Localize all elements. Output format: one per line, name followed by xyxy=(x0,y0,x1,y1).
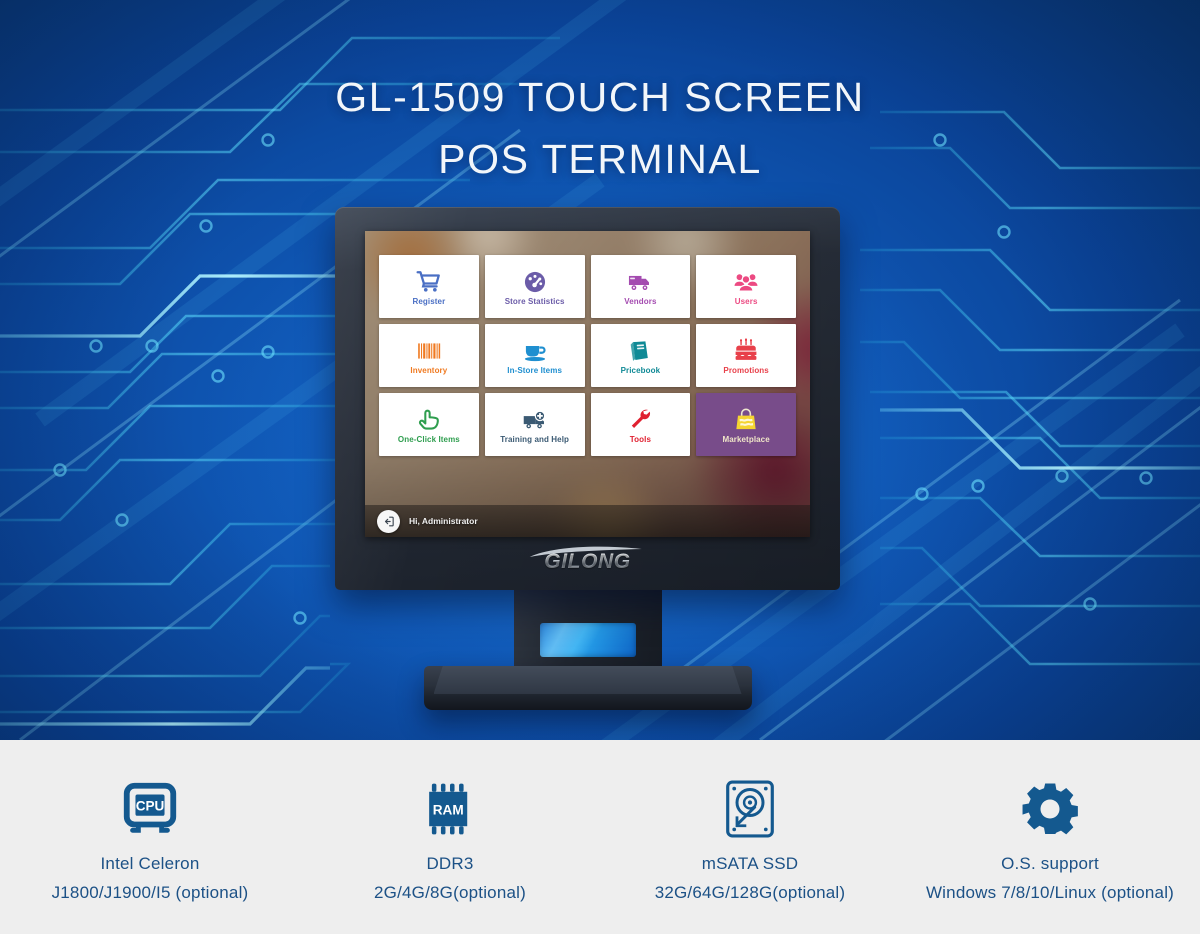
spec-value: J1800/J1900/I5 (optional) xyxy=(51,883,249,902)
svg-text:RAM: RAM xyxy=(433,802,464,817)
ssd-icon xyxy=(724,778,776,840)
pos-tile-pricebook[interactable]: Pricebook xyxy=(590,324,691,387)
barcode-icon xyxy=(416,337,442,364)
speedometer-icon xyxy=(522,268,548,295)
cpu-icon: CPU xyxy=(119,778,181,840)
pos-terminal-device: Register Store Statistics Vendors Users Inve… xyxy=(335,207,840,727)
pos-tile-vendors[interactable]: Vendors xyxy=(590,255,691,318)
svg-text:CPU: CPU xyxy=(136,798,165,813)
pos-tile-label: Tools xyxy=(629,435,651,445)
pos-tile-label: In-Store Items xyxy=(507,366,562,376)
pos-tile-label: Register xyxy=(412,297,446,307)
pos-tile-label: Store Statistics xyxy=(504,297,565,307)
pos-tile-label: Vendors xyxy=(624,297,657,307)
pos-tile-tools[interactable]: Tools xyxy=(590,393,691,456)
spec-item-ssd: mSATA SSD 32G/64G/128G(optional) xyxy=(600,740,900,934)
pos-tile-in-store-items[interactable]: In-Store Items xyxy=(484,324,585,387)
users-group-icon xyxy=(733,268,759,295)
pos-tile-inventory[interactable]: Inventory xyxy=(379,324,479,387)
birthday-cake-icon xyxy=(733,337,759,364)
pos-screen[interactable]: Register Store Statistics Vendors Users Inve… xyxy=(365,231,810,537)
pos-tile-promotions[interactable]: Promotions xyxy=(696,324,796,387)
monitor-bezel: Register Store Statistics Vendors Users Inve… xyxy=(335,207,840,590)
pos-tile-label: Promotions xyxy=(723,366,769,376)
ambulance-icon xyxy=(522,406,548,433)
pos-tile-label: Marketplace xyxy=(722,435,770,445)
shopping-cart-icon xyxy=(416,268,442,295)
spec-value: 2G/4G/8G(optional) xyxy=(374,883,526,902)
status-greeting: Hi, Administrator xyxy=(409,516,478,526)
monitor-stand-neck xyxy=(513,585,662,675)
ram-icon: RAM xyxy=(421,778,479,840)
shopping-bag-icon xyxy=(733,406,759,433)
pos-tile-label: Users xyxy=(734,297,758,307)
spec-band: CPU Intel Celeron J1800/J1900/I5 (optional… xyxy=(0,740,1200,934)
pos-tile-label: Pricebook xyxy=(620,366,661,376)
brand-strip: GILONG xyxy=(365,542,810,582)
pos-status-bar: Hi, Administrator xyxy=(365,505,810,537)
monitor-stand-base xyxy=(423,666,752,710)
wrench-icon xyxy=(627,406,653,433)
spec-item-cpu: CPU Intel Celeron J1800/J1900/I5 (optional… xyxy=(0,740,300,934)
spec-value: Windows 7/8/10/Linux (optional) xyxy=(925,883,1175,902)
pos-tile-marketplace[interactable]: Marketplace xyxy=(696,393,796,456)
delivery-truck-icon xyxy=(627,268,653,295)
pos-tile-register[interactable]: Register xyxy=(379,255,479,318)
stand-cable-cutout xyxy=(539,623,636,657)
pos-tile-label: One-Click Items xyxy=(397,435,460,445)
gear-icon xyxy=(1021,778,1079,840)
pointing-hand-icon xyxy=(416,406,442,433)
title-line-1: GL-1509 TOUCH SCREEN xyxy=(335,74,865,120)
pos-tile-label: Training and Help xyxy=(500,435,570,445)
spec-title: Intel Celeron xyxy=(100,854,200,873)
pos-tile-one-click-items[interactable]: One-Click Items xyxy=(379,393,479,456)
pos-tile-users[interactable]: Users xyxy=(696,255,796,318)
monitor-stand-base-top xyxy=(433,666,742,694)
title-line-2: POS TERMINAL xyxy=(438,136,762,183)
brand-swoosh-icon xyxy=(529,546,642,557)
spec-item-ram: RAM DDR3 2G/4G/8G(optional) xyxy=(300,740,600,934)
spec-value: 32G/64G/128G(optional) xyxy=(654,883,846,902)
spec-title: O.S. support xyxy=(1001,854,1099,873)
spec-title: mSATA SSD xyxy=(701,854,799,873)
coffee-cup-icon xyxy=(522,337,548,364)
pos-tile-store-statistics[interactable]: Store Statistics xyxy=(484,255,585,318)
spec-title: DDR3 xyxy=(426,854,474,873)
pos-app-grid: Register Store Statistics Vendors Users Inve… xyxy=(379,255,796,456)
book-icon xyxy=(627,337,653,364)
logout-arrow-icon[interactable] xyxy=(377,509,400,533)
spec-item-gear: O.S. support Windows 7/8/10/Linux (option… xyxy=(900,740,1200,934)
hero-banner: GL-1509 TOUCH SCREEN POS TERMINAL Regist… xyxy=(0,0,1200,740)
pos-tile-training-and-help[interactable]: Training and Help xyxy=(484,393,585,456)
pos-tile-label: Inventory xyxy=(410,366,448,376)
page-title: GL-1509 TOUCH SCREEN POS TERMINAL xyxy=(0,66,1200,191)
